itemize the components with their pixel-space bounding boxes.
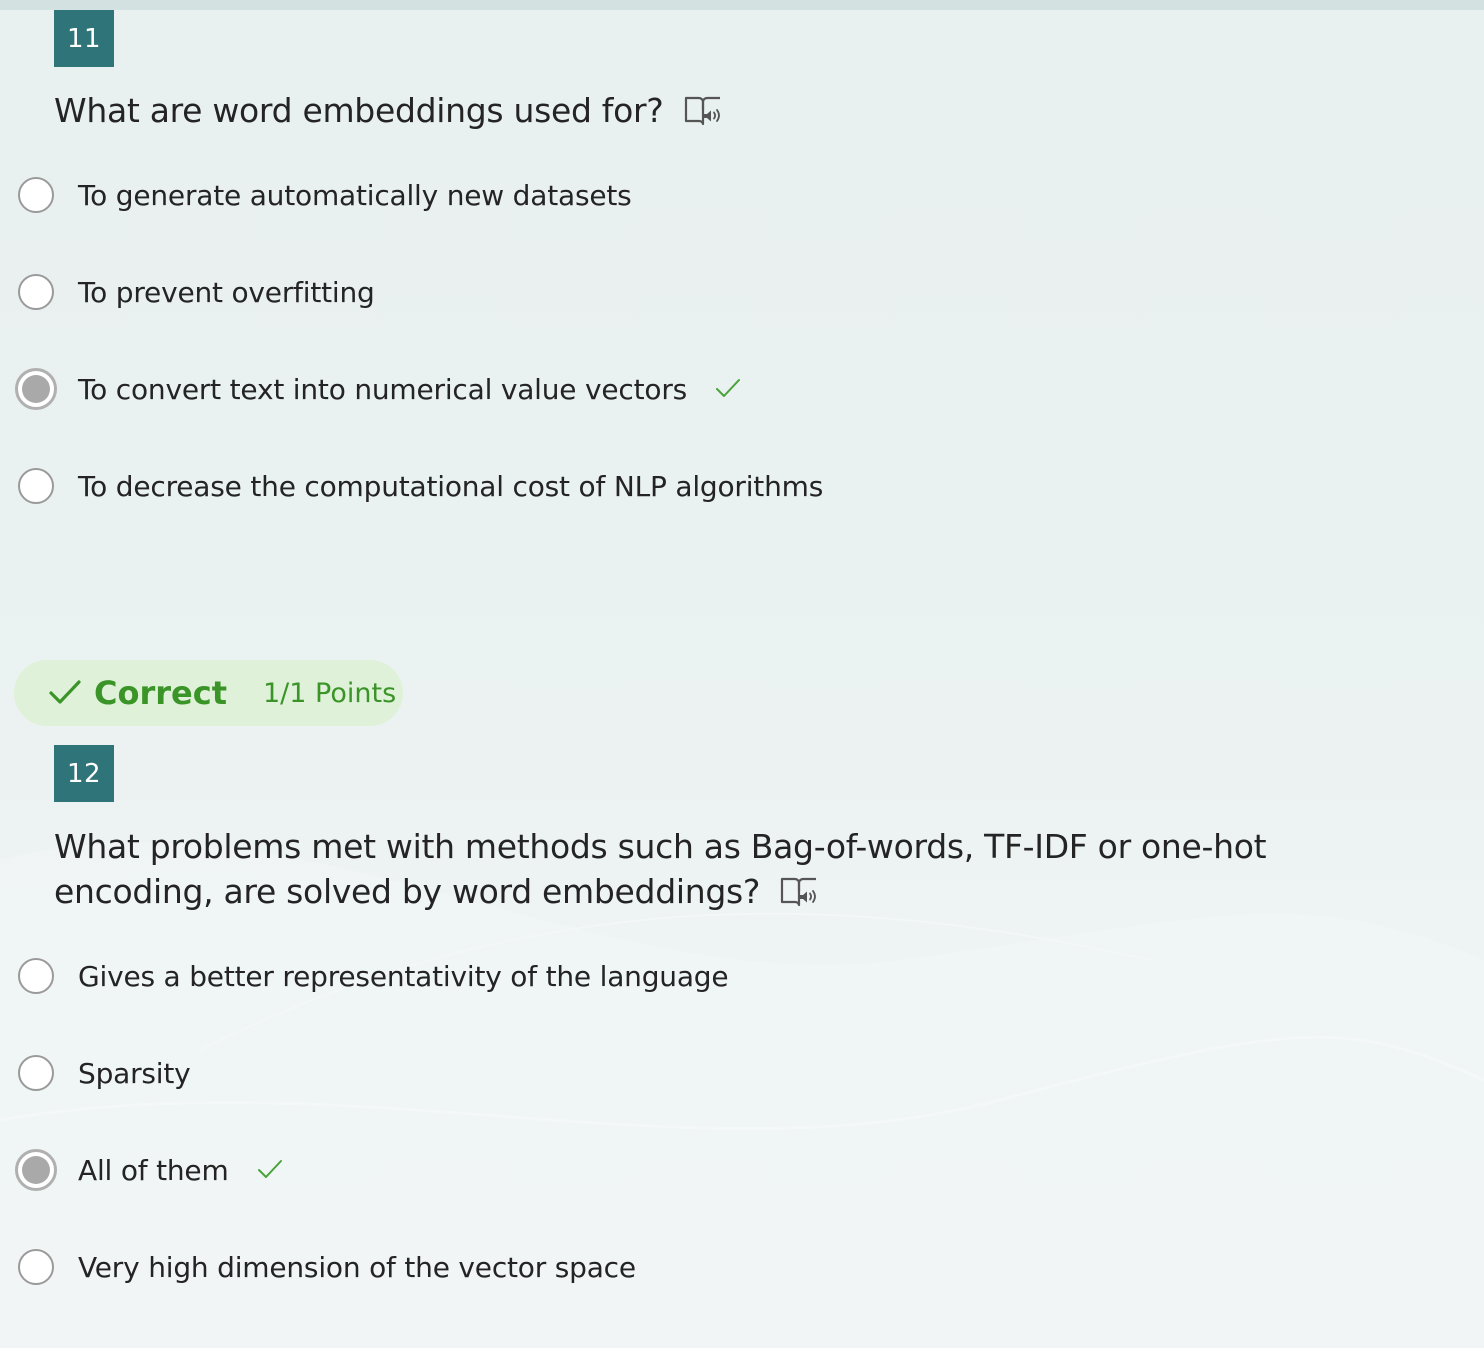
choice-label: Gives a better representativity of the l…	[78, 959, 729, 993]
result-status: Correct	[94, 674, 227, 712]
radio-button[interactable]	[18, 177, 54, 213]
radio-button[interactable]	[18, 1055, 54, 1091]
result-points: 1/1 Points	[263, 677, 397, 709]
choice-label: Very high dimension of the vector space	[78, 1250, 636, 1284]
immersive-reader-icon[interactable]	[780, 875, 818, 909]
checkmark-icon	[48, 679, 82, 707]
immersive-reader-icon[interactable]	[684, 94, 722, 128]
choice-label: Sparsity	[78, 1056, 191, 1090]
choice-option[interactable]: Very high dimension of the vector space	[18, 1247, 636, 1287]
choice-option-selected[interactable]: To convert text into numerical value vec…	[15, 368, 741, 410]
question-title: What are word embeddings used for?	[54, 91, 664, 130]
radio-button[interactable]	[18, 468, 54, 504]
radio-button[interactable]	[18, 958, 54, 994]
top-strip	[0, 0, 1484, 10]
choice-label: To decrease the computational cost of NL…	[78, 469, 824, 503]
question-title: What problems met with methods such as B…	[54, 827, 1267, 911]
checkmark-icon	[257, 1159, 283, 1181]
choice-label: To prevent overfitting	[78, 275, 375, 309]
choice-option[interactable]: Sparsity	[18, 1053, 191, 1093]
radio-button[interactable]	[18, 274, 54, 310]
radio-button[interactable]	[18, 1249, 54, 1285]
question-number-badge: 11	[54, 10, 114, 67]
choice-option-selected[interactable]: All of them	[15, 1149, 283, 1191]
question-number-badge: 12	[54, 745, 114, 802]
choice-option[interactable]: To prevent overfitting	[18, 272, 375, 312]
choice-label: All of them	[78, 1153, 229, 1187]
radio-button-selected[interactable]	[15, 368, 57, 410]
choice-option[interactable]: Gives a better representativity of the l…	[18, 956, 729, 996]
choice-label: To generate automatically new datasets	[78, 178, 632, 212]
question-text: What are word embeddings used for?	[54, 88, 1434, 133]
checkmark-icon	[715, 378, 741, 400]
radio-button-selected[interactable]	[15, 1149, 57, 1191]
question-text: What problems met with methods such as B…	[54, 824, 1434, 914]
choice-option[interactable]: To generate automatically new datasets	[18, 175, 632, 215]
choice-label: To convert text into numerical value vec…	[78, 372, 688, 406]
choice-option[interactable]: To decrease the computational cost of NL…	[18, 466, 823, 506]
result-banner: Correct 1/1 Points	[14, 660, 403, 726]
